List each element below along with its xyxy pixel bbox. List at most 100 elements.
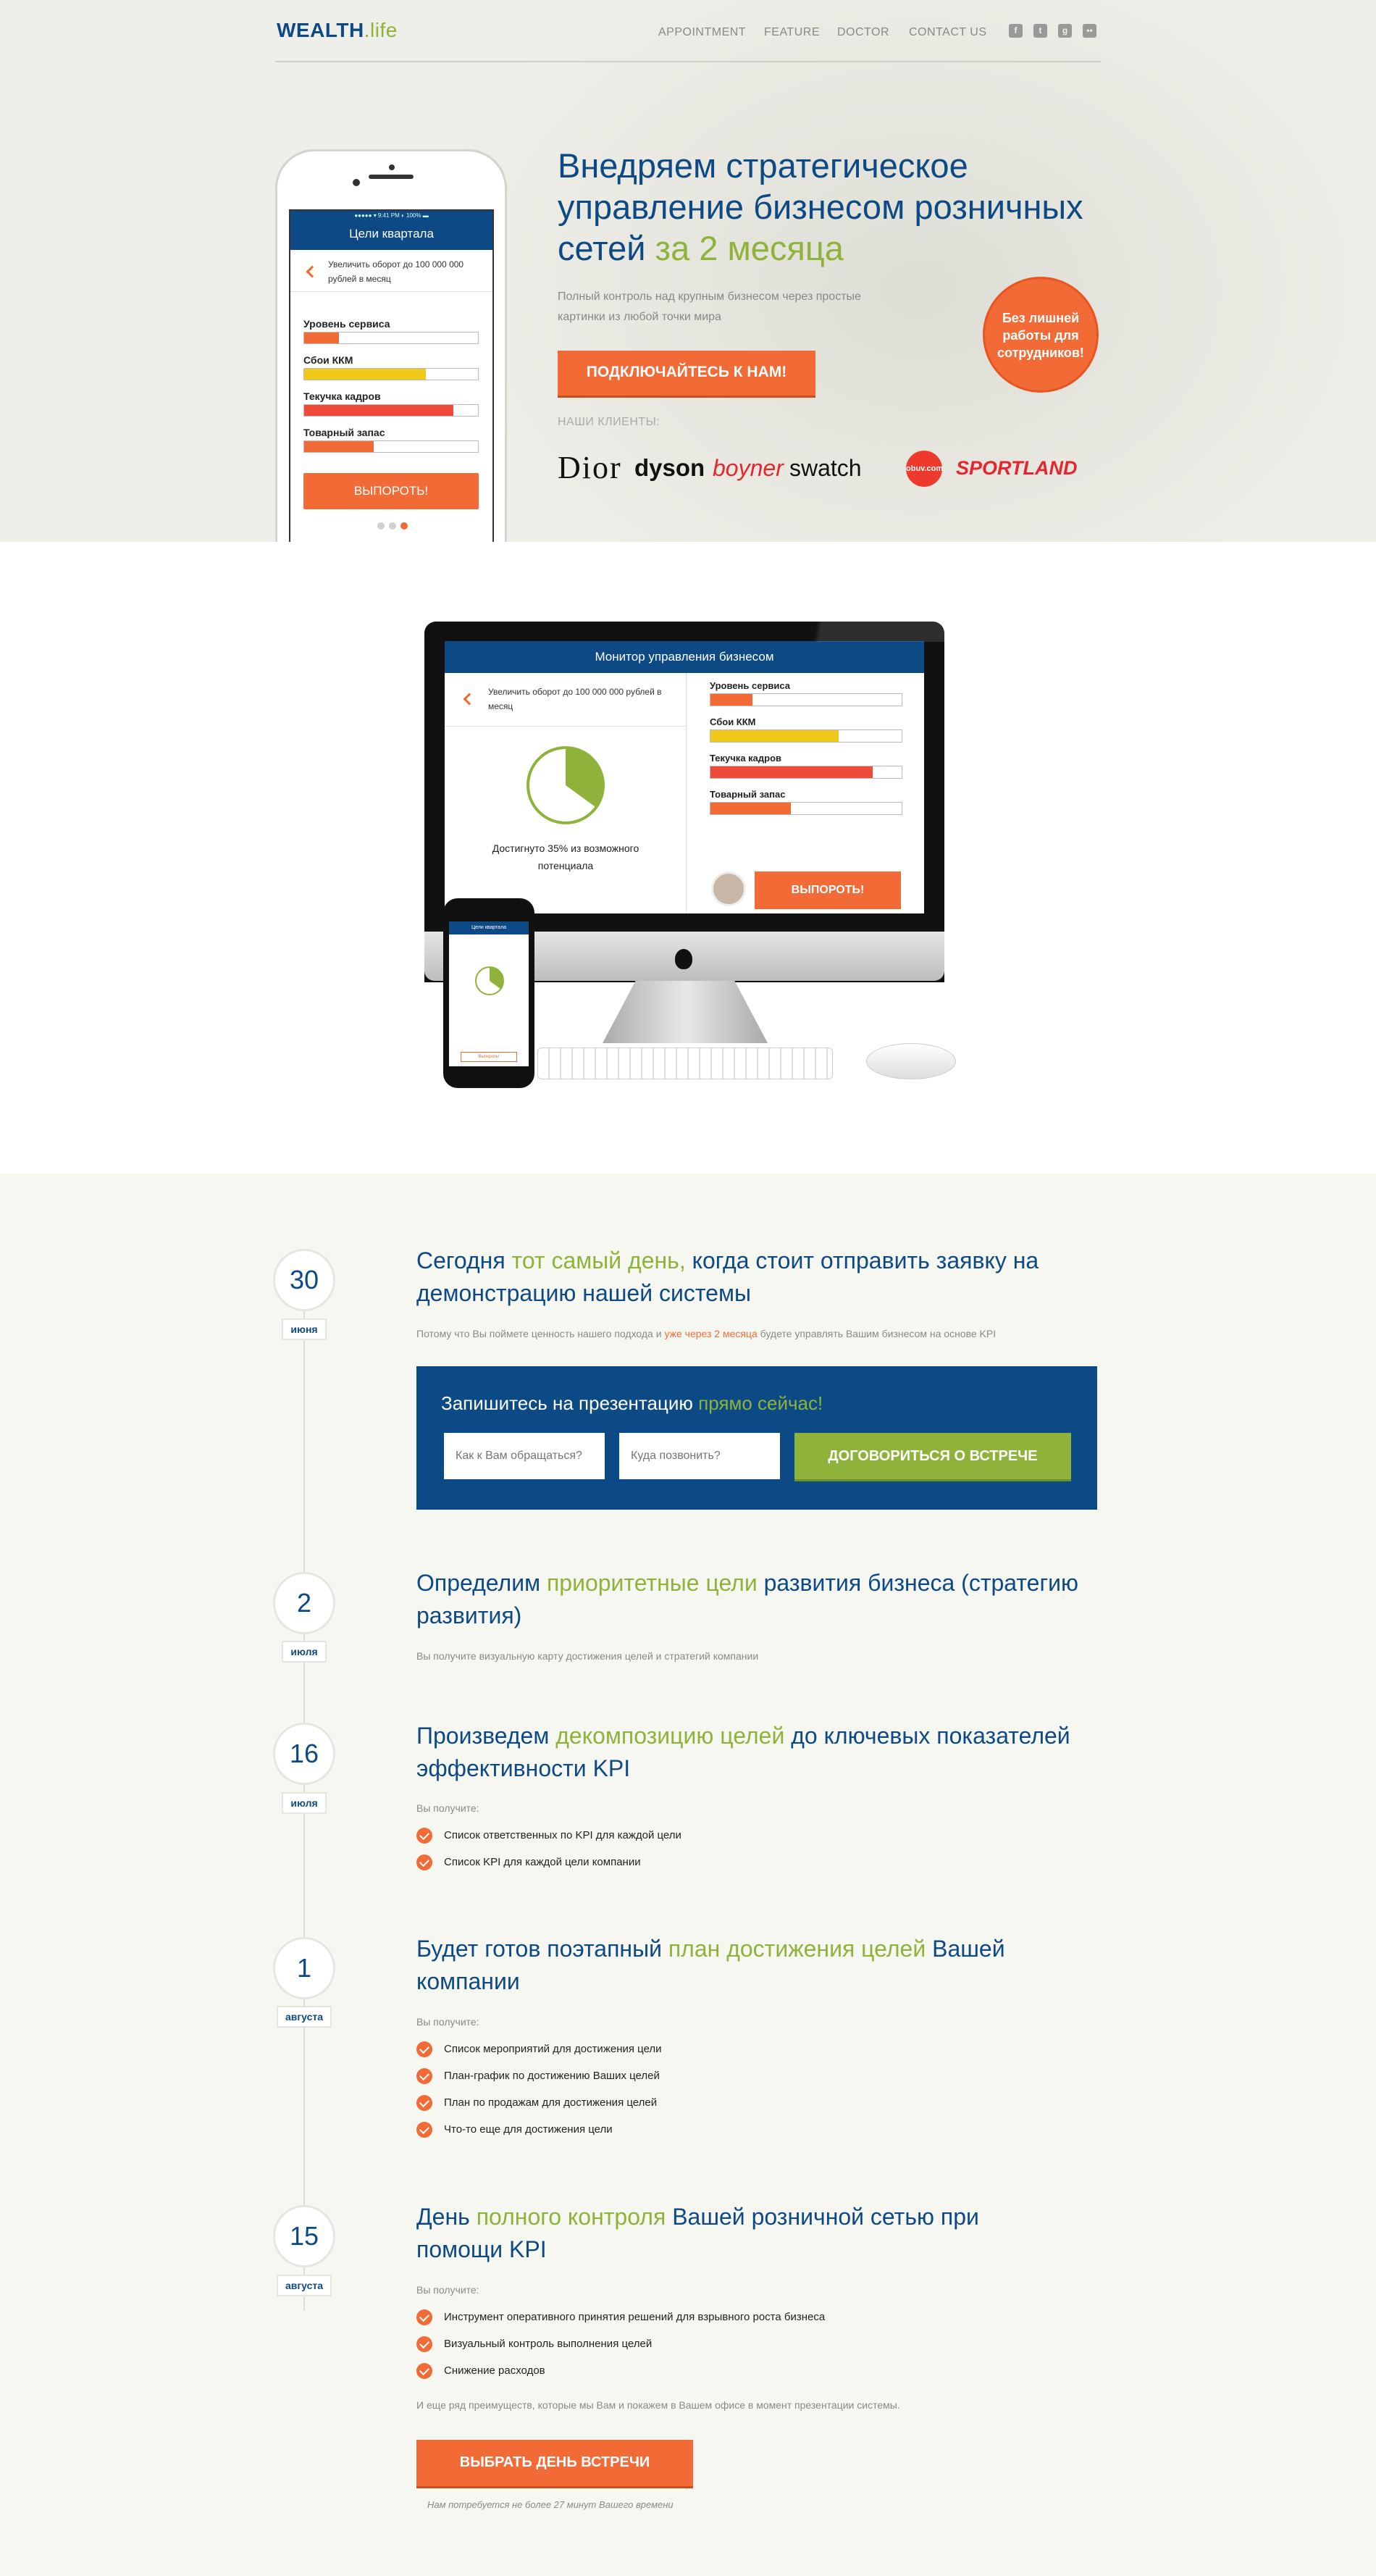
logo-suffix: .life	[364, 19, 398, 41]
phone-status-bar: ●●●●● ▾ 9:41 PM ◐ 100% ▬	[290, 211, 492, 221]
phone-sensor	[389, 164, 395, 170]
keyboard-image	[537, 1047, 833, 1079]
flickr-icon[interactable]: ••	[1083, 24, 1096, 38]
logo-main: WEALTH	[277, 19, 364, 41]
progress-bar	[303, 368, 479, 380]
clients-label: НАШИ КЛИЕНТЫ:	[558, 416, 660, 428]
progress-fill	[304, 369, 426, 380]
monitor-bar-label: Уровень сервиса	[710, 680, 790, 691]
progress-pie-chart	[527, 746, 605, 824]
step-note: Вы получите визуальную карту достижения …	[416, 1650, 759, 1662]
note-a: Потому что Вы поймете ценность нашего по…	[416, 1328, 665, 1339]
name-input[interactable]	[444, 1433, 605, 1479]
choose-meeting-day-button[interactable]: ВЫБРАТЬ ДЕНЬ ВСТРЕЧИ	[416, 2440, 693, 2486]
phone-screen: ●●●●● ▾ 9:41 PM ◐ 100% ▬ Цели квартала У…	[289, 209, 494, 555]
schedule-meeting-button[interactable]: ДОГОВОРИТЬСЯ О ВСТРЕЧЕ	[794, 1433, 1071, 1479]
pager-dot[interactable]	[377, 522, 385, 530]
list-item: Снижение расходов	[416, 2363, 545, 2379]
step-title-accent: тот самый день,	[511, 1247, 686, 1274]
step-title-accent: полного контроля	[476, 2204, 666, 2230]
step-note: Потому что Вы поймете ценность нашего по…	[416, 1328, 996, 1339]
bar-label: Товарный запас	[303, 427, 385, 438]
client-logo-dyson: dyson	[634, 454, 705, 481]
step-title: Произведем декомпозицию целей до ключевы…	[416, 1720, 1112, 1785]
signup-title: Запишитесь на презентацию прямо сейчас!	[441, 1392, 823, 1415]
step-title-accent: приоритетные цели	[546, 1570, 758, 1596]
list-item: Что-то еще для достижения цели	[416, 2122, 613, 2138]
phone-speaker	[369, 175, 414, 179]
monitor-progress-bar	[710, 729, 902, 743]
avatar[interactable]	[711, 871, 746, 906]
monitor-whip-button[interactable]: ВЫПОРОТЬ!	[755, 871, 901, 909]
progress-fill	[304, 333, 339, 343]
google-plus-icon[interactable]: g	[1058, 24, 1072, 38]
list-item: Список KPI для каждой цели компании	[416, 1854, 641, 1870]
screen-glare	[424, 622, 944, 642]
step-note: Вы получите:	[416, 1802, 479, 1814]
monitor-bar-label: Сбои ККМ	[710, 716, 756, 727]
mouse-image	[866, 1043, 956, 1079]
nav-feature[interactable]: FEATURE	[764, 26, 820, 39]
timeline-day: 16	[273, 1723, 335, 1785]
phone-goal-text: Увеличить оборот до 100 000 000 рублей в…	[328, 259, 464, 284]
timeline-day: 2	[273, 1572, 335, 1634]
step-title-a: Сегодня	[416, 1247, 512, 1274]
timeline-day: 15	[273, 2205, 335, 2267]
connect-button[interactable]: ПОДКЛЮЧАЙТЕСЬ К НАМ!	[558, 351, 815, 396]
monitor-progress-bar	[710, 802, 902, 815]
note-b: будете управлять Вашим бизнесом на основ…	[757, 1328, 997, 1339]
client-logo-swatch: swatch	[789, 455, 862, 481]
phone-title: Цели квартала	[290, 221, 492, 250]
achieved-text: Достигнуто 35% из возможного потенциала	[492, 842, 639, 871]
hero-subtitle: Полный контроль над крупным бизнесом чер…	[558, 290, 861, 323]
monitor-progress-bar	[710, 693, 902, 706]
timeline-day: 1	[273, 1937, 335, 1999]
step-title-accent: план достижения целей	[668, 1936, 926, 1962]
monitor-bar-label: Товарный запас	[710, 789, 786, 800]
step-title: Определим приоритетные цели развития биз…	[416, 1567, 1112, 1632]
monitor-progress-bar	[710, 766, 902, 779]
logo[interactable]: WEALTH.life	[277, 19, 398, 42]
client-logo-obuv: obuv.com	[906, 451, 943, 487]
monitor-bar-label: Текучка кадров	[710, 753, 782, 764]
chevron-left-icon[interactable]	[463, 693, 476, 706]
list-item: Инструмент оперативного принятия решений…	[416, 2309, 825, 2325]
signup-title-accent: прямо сейчас!	[698, 1392, 823, 1414]
bar-label: Сбои ККМ	[303, 354, 353, 366]
step-title-a: День	[416, 2204, 477, 2230]
chevron-left-icon[interactable]	[306, 265, 319, 278]
small-phone-mockup: Цели квартала Выпороть!	[443, 898, 534, 1088]
monitor-title: Монитор управления бизнесом	[445, 641, 924, 673]
nav-doctor[interactable]: DOCTOR	[837, 26, 889, 39]
phone-goal[interactable]: Увеличить оборот до 100 000 000 рублей в…	[290, 250, 492, 292]
progress-bar	[303, 332, 479, 344]
pager-dot-active[interactable]	[400, 522, 408, 530]
phone-input[interactable]	[619, 1433, 780, 1479]
monitor-goal[interactable]: Увеличить оборот до 100 000 000 рублей в…	[445, 673, 687, 727]
facebook-icon[interactable]: f	[1009, 24, 1023, 38]
list-item: План-график по достижению Ваших целей	[416, 2068, 660, 2084]
hero-phone-mockup: ●●●●● ▾ 9:41 PM ◐ 100% ▬ Цели квартала У…	[275, 149, 507, 555]
pager-dot[interactable]	[389, 522, 396, 530]
list-item: Список мероприятий для достижения цели	[416, 2041, 662, 2057]
timeline-day: 30	[273, 1249, 335, 1311]
bar-label: Уровень сервиса	[303, 318, 390, 330]
progress-fill	[710, 730, 839, 742]
twitter-icon[interactable]: t	[1033, 24, 1047, 38]
signup-box: Запишитесь на презентацию прямо сейчас! …	[416, 1366, 1097, 1510]
client-logo-boyner: boyner	[713, 455, 784, 481]
nav-contact-us[interactable]: CONTACT US	[909, 26, 987, 39]
apple-icon	[675, 949, 692, 969]
monitor-screen: Монитор управления бизнесом Увеличить об…	[445, 641, 924, 913]
list-item: План по продажам для достижения целей	[416, 2095, 657, 2111]
step-title-a: Определим	[416, 1570, 547, 1596]
nav-appointment[interactable]: APPOINTMENT	[658, 26, 746, 39]
step-title: Сегодня тот самый день, когда стоит отпр…	[416, 1245, 1112, 1310]
small-phone-title: Цели квартала	[449, 921, 529, 934]
small-phone-button: Выпороть!	[461, 1052, 517, 1062]
progress-bar	[303, 404, 479, 417]
phone-whip-button[interactable]: ВЫПОРОТЬ!	[303, 473, 479, 509]
timeline-month: июля	[282, 1641, 327, 1663]
step-title-a: Будет готов поэтапный	[416, 1936, 668, 1962]
monitor-goal-text: Увеличить оборот до 100 000 000 рублей в…	[488, 687, 662, 711]
